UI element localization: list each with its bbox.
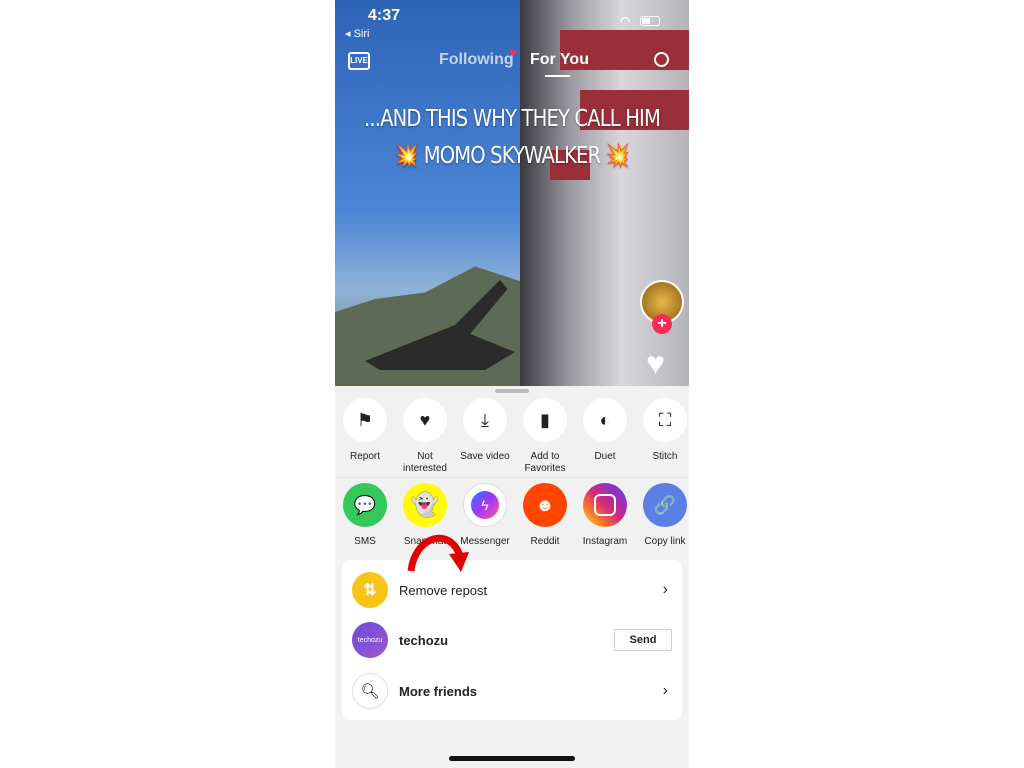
broken-heart-icon: ♥ <box>403 398 447 442</box>
share-label: Instagram <box>582 536 628 547</box>
battery-icon <box>640 16 660 26</box>
remove-repost-item[interactable]: ⇅ Remove repost › <box>352 571 672 609</box>
link-icon: 🔗 <box>643 483 687 527</box>
message-icon: 💬 <box>343 483 387 527</box>
share-label: Copy link <box>644 536 686 547</box>
back-to-siri[interactable]: ◂ Siri <box>345 27 369 40</box>
friend-avatar: techozu <box>352 622 388 658</box>
instagram-icon <box>583 483 627 527</box>
messenger-icon: ϟ <box>463 483 507 527</box>
snapchat-ghost-icon: 👻 <box>403 483 447 527</box>
share-row: 💬 SMS 👻 Snapchat ϟ Messenger ☻ Reddit Instag… <box>335 483 689 548</box>
report-button[interactable]: ⚑ Report <box>335 398 395 475</box>
action-label: Stitch <box>652 451 678 462</box>
live-label: LIVE <box>350 56 368 65</box>
bookmark-icon: ▮ <box>523 398 567 442</box>
more-friends-item[interactable]: 🔍︎ More friends › <box>352 672 672 710</box>
send-button[interactable]: Send <box>614 629 672 651</box>
share-sheet: ⚑ Report ♥ Not interested ⤓ Save video ▮ Add… <box>335 386 689 768</box>
notification-dot <box>510 49 516 55</box>
home-indicator[interactable] <box>449 756 575 761</box>
follow-plus-icon[interactable]: + <box>652 314 672 334</box>
chevron-right-icon: › <box>662 581 668 598</box>
friend-item[interactable]: techozu techozu Send <box>352 621 672 659</box>
duet-icon: ◐ <box>583 398 627 442</box>
divider <box>335 477 689 478</box>
status-time: 4:37 <box>368 7 401 24</box>
chevron-right-icon: › <box>662 682 668 699</box>
reddit-icon: ☻ <box>523 483 567 527</box>
friends-card: ⇅ Remove repost › techozu techozu Send 🔍… <box>342 560 682 720</box>
download-icon: ⤓ <box>463 398 507 442</box>
action-label: Save video <box>460 451 510 462</box>
red-arrow-annotation <box>407 534 469 572</box>
action-label: Report <box>349 451 380 462</box>
more-friends-label: More friends <box>399 683 478 699</box>
action-label: Duet <box>594 451 616 462</box>
share-instagram[interactable]: Instagram <box>575 483 635 548</box>
share-label: SMS <box>354 536 376 547</box>
caption-line-1: ...AND THIS WHY THEY CALL HIM <box>363 106 661 132</box>
live-button[interactable]: LIVE <box>348 52 370 70</box>
tab-indicator <box>545 75 570 77</box>
save-video-button[interactable]: ⤓ Save video <box>455 398 515 475</box>
drag-handle[interactable] <box>495 389 529 393</box>
add-to-favorites-button[interactable]: ▮ Add to Favorites <box>515 398 575 475</box>
stitch-button[interactable]: ⛶ Stitch <box>635 398 689 475</box>
share-sms[interactable]: 💬 SMS <box>335 483 395 548</box>
tab-for-you[interactable]: For You <box>530 51 589 69</box>
tab-following[interactable]: Following <box>439 51 514 69</box>
share-copy-link[interactable]: 🔗 Copy link <box>635 483 689 548</box>
caption-line-2: 💥 MOMO SKYWALKER 💥 <box>394 143 630 169</box>
friend-name: techozu <box>399 632 449 648</box>
search-icon[interactable] <box>654 52 669 67</box>
action-label: Add to Favorites <box>524 451 566 474</box>
actions-row: ⚑ Report ♥ Not interested ⤓ Save video ▮ Add… <box>335 398 689 475</box>
action-label: Not interested <box>403 451 447 474</box>
share-reddit[interactable]: ☻ Reddit <box>515 483 575 548</box>
remove-repost-label: Remove repost <box>399 582 488 598</box>
wifi-icon: ◠ <box>620 14 631 28</box>
duet-button[interactable]: ◐ Duet <box>575 398 635 475</box>
video-player[interactable]: 4:37 ◂ Siri ◠ LIVE Following For You ...… <box>335 0 689 386</box>
search-icon: 🔍︎ <box>352 673 388 709</box>
phone-screen: 4:37 ◂ Siri ◠ LIVE Following For You ...… <box>335 0 689 768</box>
flag-icon: ⚑ <box>343 398 387 442</box>
not-interested-button[interactable]: ♥ Not interested <box>395 398 455 475</box>
stitch-icon: ⛶ <box>643 398 687 442</box>
like-heart-icon[interactable]: ♥ <box>646 345 665 382</box>
share-label: Reddit <box>530 536 560 547</box>
repost-icon: ⇅ <box>352 572 388 608</box>
